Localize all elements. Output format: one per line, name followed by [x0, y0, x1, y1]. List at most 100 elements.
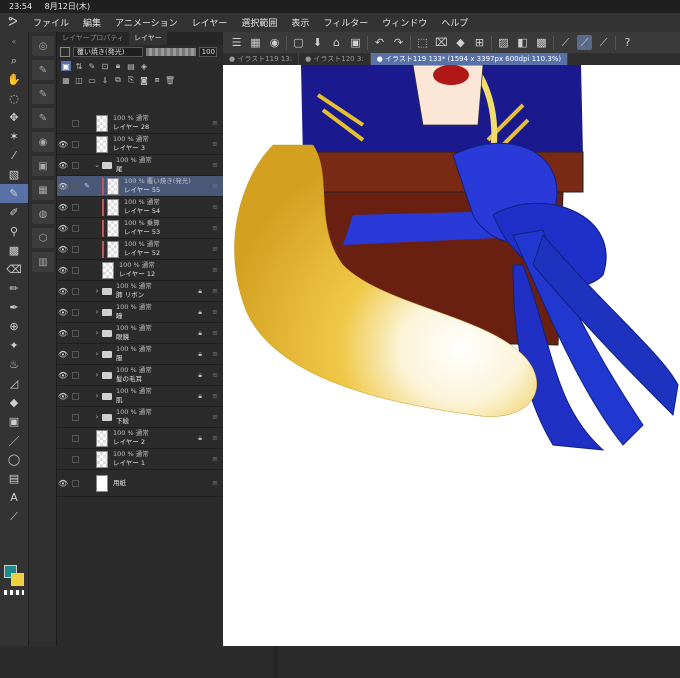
- layer-select-checkbox[interactable]: [72, 182, 79, 190]
- folder-expand-icon[interactable]: ›: [92, 371, 102, 379]
- opacity-value[interactable]: 100: [199, 47, 217, 57]
- decoration-tool-icon[interactable]: ✦: [0, 336, 28, 355]
- drawing-canvas[interactable]: [223, 65, 680, 646]
- layer-row[interactable]: 👁︎ 用紙 ≡: [57, 470, 224, 497]
- tab-close-icon[interactable]: ●: [377, 55, 385, 63]
- fill-tool-icon[interactable]: ⊕: [0, 317, 28, 336]
- layer-select-checkbox[interactable]: [72, 140, 79, 148]
- layer-row[interactable]: 👁︎ ✎ 100 % 覆い焼き(発光) レイヤー 55 ≡: [57, 176, 224, 197]
- layer-row[interactable]: › 100 % 通常 下絵 ≡: [57, 407, 224, 428]
- layer-row[interactable]: 👁︎ › 100 % 通常 眼鏡 🔒︎ ≡: [57, 323, 224, 344]
- document-tab[interactable]: ● イラスト120 3:: [299, 53, 371, 65]
- open-icon[interactable]: ◉: [267, 35, 282, 50]
- menu-help[interactable]: ヘルプ: [434, 16, 475, 29]
- wand-tool-icon[interactable]: ✶: [0, 127, 28, 146]
- layer-color-icon[interactable]: [60, 47, 70, 57]
- blend-mode-select[interactable]: 覆い焼き(発光): [73, 47, 143, 57]
- undo-icon[interactable]: ↶: [372, 35, 387, 50]
- layer-row[interactable]: 👁︎ ⌄ 100 % 通常尾 ≡: [57, 155, 224, 176]
- drag-handle-icon[interactable]: ≡: [212, 161, 218, 169]
- drag-handle-icon[interactable]: ≡: [212, 455, 218, 463]
- zoom-tool-icon[interactable]: ⌕: [0, 51, 28, 70]
- grid-icon[interactable]: ▩: [534, 35, 549, 50]
- line-tool-icon[interactable]: ／: [0, 431, 28, 450]
- special-ruler-snap-icon[interactable]: ⟋: [577, 35, 592, 50]
- pen-tool-icon[interactable]: ✎: [0, 184, 28, 203]
- drag-handle-icon[interactable]: ≡: [212, 479, 218, 487]
- lock-icon[interactable]: 🔒︎: [198, 287, 202, 296]
- subtool-a-icon[interactable]: ◎: [32, 36, 54, 56]
- drag-handle-icon[interactable]: ≡: [212, 140, 218, 148]
- app-logo-icon[interactable]: ᕗ: [0, 15, 26, 30]
- menu-edit[interactable]: 編集: [76, 16, 108, 29]
- layer-row[interactable]: 👁︎ › 100 % 通常肺 リボン 🔒︎ ≡: [57, 281, 224, 302]
- layer-row[interactable]: 👁︎ 100 % 通常 レイヤー 3 ≡: [57, 134, 224, 155]
- drag-handle-icon[interactable]: ≡: [212, 350, 218, 358]
- lock-transparent-icon[interactable]: ⊡: [100, 61, 110, 71]
- subtool-d-icon[interactable]: ✎: [32, 108, 54, 128]
- trash-icon[interactable]: 🗑︎: [165, 75, 175, 85]
- layer-select-checkbox[interactable]: [72, 479, 79, 487]
- subtool-b-icon[interactable]: ✎: [32, 60, 54, 80]
- new-icon[interactable]: ▦: [248, 35, 263, 50]
- lock-icon[interactable]: 🔒︎: [198, 392, 202, 401]
- fill-icon[interactable]: ◆: [453, 35, 468, 50]
- layer-select-checkbox[interactable]: [72, 308, 79, 316]
- brush-tool-icon[interactable]: ⚲: [0, 222, 28, 241]
- mask-add-icon[interactable]: ◙: [139, 75, 149, 85]
- subtool-i-icon[interactable]: ⬡: [32, 228, 54, 248]
- drag-handle-icon[interactable]: ≡: [212, 224, 218, 232]
- drag-handle-icon[interactable]: ≡: [212, 119, 218, 127]
- subtool-e-icon[interactable]: ◉: [32, 132, 54, 152]
- layer-row[interactable]: 👁︎ › 100 % 通常瞳 🔒︎ ≡: [57, 302, 224, 323]
- deselect-icon[interactable]: ▨: [496, 35, 511, 50]
- document-tab-active[interactable]: ● イラスト119 133* (1594 x 3397px 600dpi 110…: [370, 53, 569, 65]
- drop-tool-icon[interactable]: ♨: [0, 355, 28, 374]
- vector-tool-icon[interactable]: ✒: [0, 298, 28, 317]
- layer-select-checkbox[interactable]: [72, 266, 79, 274]
- folder-expand-icon[interactable]: ⌄: [92, 161, 102, 169]
- layer-row[interactable]: 👁︎ 100 % 乗算 レイヤー 53 ≡: [57, 218, 224, 239]
- new-raster-icon[interactable]: ▦: [61, 75, 71, 85]
- visibility-eye-icon[interactable]: 👁︎: [57, 287, 69, 296]
- layer-select-checkbox[interactable]: [72, 371, 79, 379]
- pencil-tool-icon[interactable]: ✐: [0, 203, 28, 222]
- layer-row[interactable]: 👁︎ 100 % 通常 レイヤー 12 ≡: [57, 260, 224, 281]
- drag-handle-icon[interactable]: ≡: [212, 413, 218, 421]
- menu-selection[interactable]: 選択範囲: [234, 16, 284, 29]
- clip-icon[interactable]: ▣: [61, 61, 71, 71]
- layer-select-checkbox[interactable]: [72, 203, 79, 211]
- folder-expand-icon[interactable]: ›: [92, 329, 102, 337]
- layer-row[interactable]: 100 % 通常 レイヤー 1 ≡: [57, 449, 224, 470]
- visibility-eye-icon[interactable]: 👁︎: [57, 392, 69, 401]
- eyedropper-tool-icon[interactable]: ⁄: [0, 146, 28, 165]
- layer-select-checkbox[interactable]: [72, 392, 79, 400]
- folder-expand-icon[interactable]: ›: [92, 308, 102, 316]
- ruler-tool-icon[interactable]: ◿: [0, 374, 28, 393]
- visibility-eye-icon[interactable]: 👁︎: [57, 371, 69, 380]
- correct-line-tool-icon[interactable]: ⟋: [0, 507, 28, 526]
- folder-expand-icon[interactable]: ›: [92, 350, 102, 358]
- layer-row[interactable]: 100 % 通常 レイヤー 2 🔒︎ ≡: [57, 428, 224, 449]
- new-vector-icon[interactable]: ◫: [74, 75, 84, 85]
- drag-handle-icon[interactable]: ≡: [212, 392, 218, 400]
- help-icon[interactable]: ?: [620, 35, 635, 50]
- layer-row[interactable]: 👁︎ 100 % 通常 レイヤー 54 ≡: [57, 197, 224, 218]
- layer-select-checkbox[interactable]: [72, 434, 79, 442]
- menu-icon[interactable]: ☰: [229, 35, 244, 50]
- copy-icon[interactable]: ⎘: [126, 75, 136, 85]
- visibility-eye-icon[interactable]: 👁︎: [57, 245, 69, 254]
- clear-icon[interactable]: ⌧: [434, 35, 449, 50]
- menu-filter[interactable]: フィルター: [316, 16, 375, 29]
- collapse-icon[interactable]: «: [0, 32, 28, 51]
- lock-icon[interactable]: 🔒︎: [198, 350, 202, 359]
- duplicate-icon[interactable]: ⧈: [152, 75, 162, 85]
- visibility-eye-icon[interactable]: 👁︎: [57, 182, 69, 191]
- layer-select-checkbox[interactable]: [72, 350, 79, 358]
- balloon-tool-icon[interactable]: ◯: [0, 450, 28, 469]
- save-icon[interactable]: ⬇: [310, 35, 325, 50]
- layer-row[interactable]: 👁︎ › 100 % 通常 髪の毛耳 🔒︎ ≡: [57, 365, 224, 386]
- lock-icon[interactable]: 🔒︎: [198, 434, 202, 443]
- visibility-eye-icon[interactable]: 👁︎: [57, 308, 69, 317]
- layer-row[interactable]: 👁︎ 100 % 通常 レイヤー 52 ≡: [57, 239, 224, 260]
